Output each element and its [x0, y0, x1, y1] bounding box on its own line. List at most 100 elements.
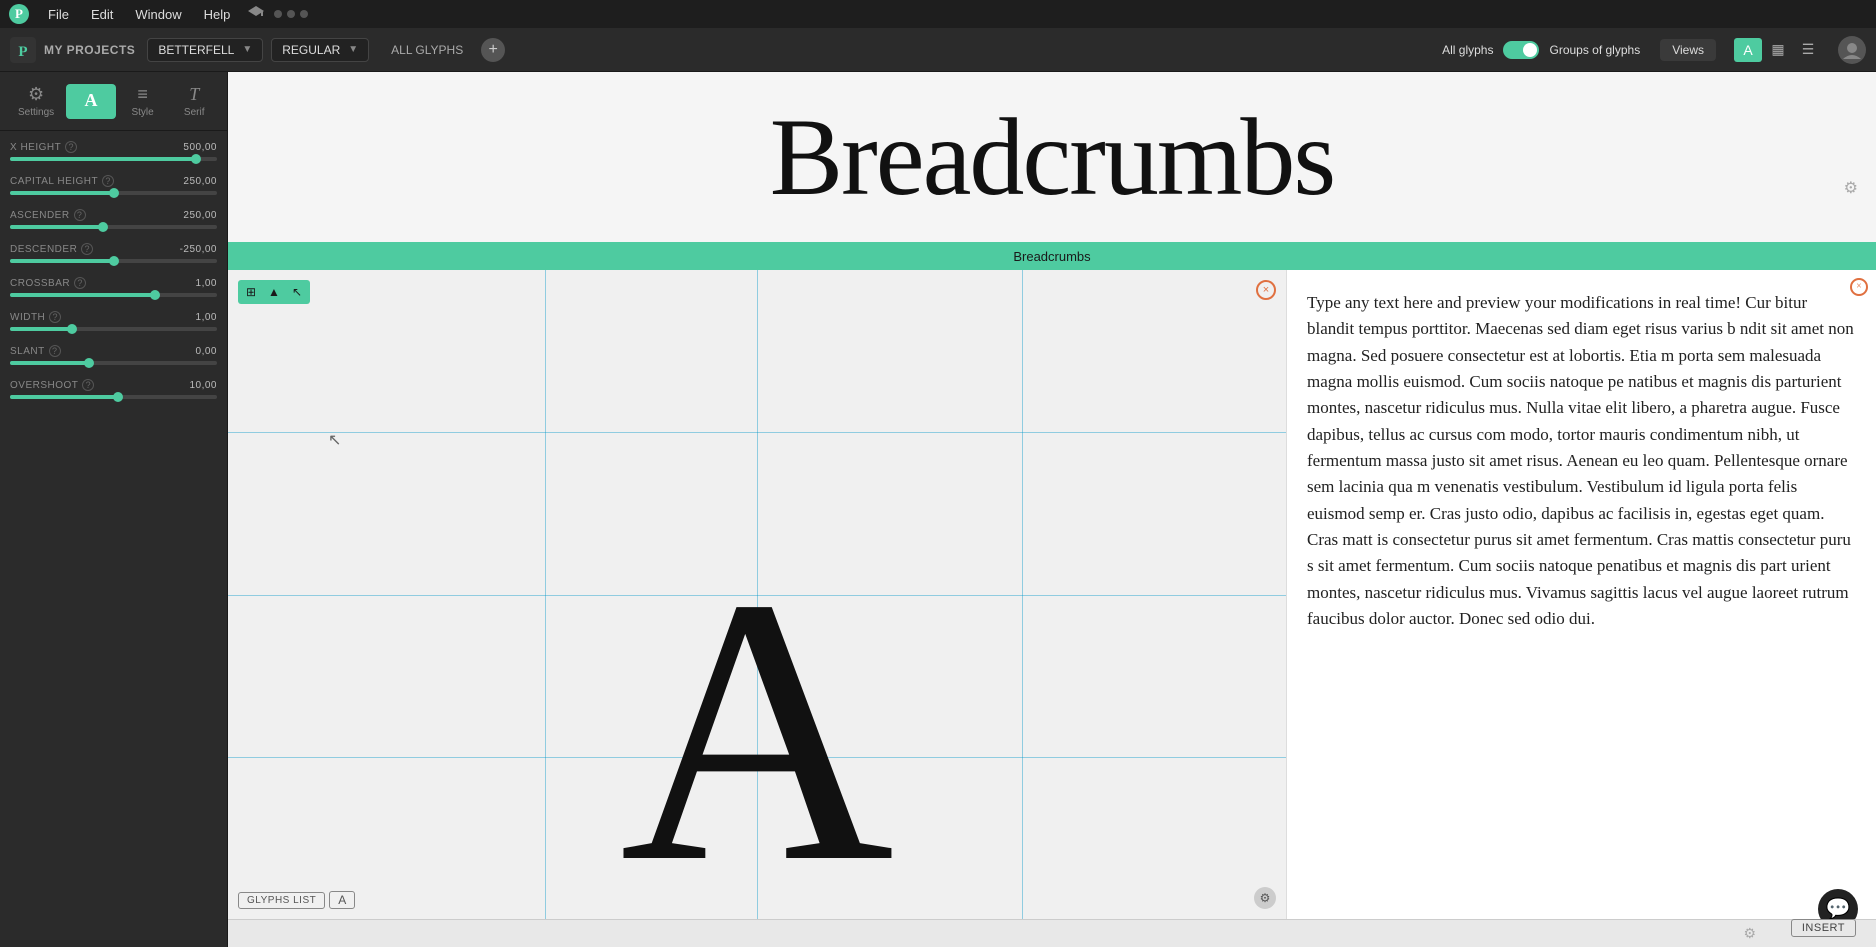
param-capital-height-fill	[10, 191, 114, 195]
sidebar-icon-settings[interactable]: ⚙ Settings	[8, 78, 64, 124]
user-avatar[interactable]	[1838, 36, 1866, 64]
param-capital-height-value: 250,00	[183, 176, 217, 187]
param-descender-help[interactable]: ?	[81, 243, 93, 255]
overlay-grid-btn[interactable]: ⊞	[240, 282, 262, 302]
view-icon-glyph[interactable]: A	[1734, 38, 1762, 62]
menu-help[interactable]: Help	[194, 5, 241, 24]
view-icon-list[interactable]: ☰	[1794, 38, 1822, 62]
preview-settings-icon[interactable]: ⚙	[1844, 178, 1856, 198]
preview-title-area: Breadcrumbs ⚙	[228, 72, 1876, 242]
param-slant-value: 0,00	[196, 346, 217, 357]
menu-window[interactable]: Window	[125, 5, 191, 24]
param-crossbar-help[interactable]: ?	[74, 277, 86, 289]
param-width-slider[interactable]	[10, 327, 217, 331]
glyphs-list-button[interactable]: GLYPHS LIST	[238, 892, 325, 909]
gear-icon: ⚙	[28, 84, 44, 105]
param-slant: SLANT ? 0,00	[10, 345, 217, 365]
views-button[interactable]: Views	[1660, 39, 1716, 61]
param-x-height-thumb[interactable]	[191, 154, 201, 164]
param-x-height-label: X HEIGHT	[10, 142, 61, 153]
param-width-label: WIDTH	[10, 312, 45, 323]
overlay-up-btn[interactable]: ▲	[263, 282, 285, 302]
param-width: WIDTH ? 1,00	[10, 311, 217, 331]
serif-icon: T	[189, 84, 199, 105]
menu-edit[interactable]: Edit	[81, 5, 123, 24]
sidebar-icon-style[interactable]: ≡ Style	[118, 78, 168, 124]
app-logo: P	[8, 3, 30, 25]
param-overshoot-value: 10,00	[189, 380, 217, 391]
style-icon: ≡	[137, 84, 148, 105]
guide-line-right	[1022, 270, 1023, 919]
add-tab-button[interactable]: +	[481, 38, 505, 62]
chat-button[interactable]: 💬	[1818, 889, 1858, 919]
param-capital-height-help[interactable]: ?	[102, 175, 114, 187]
param-overshoot-slider[interactable]	[10, 395, 217, 399]
param-overshoot-thumb[interactable]	[113, 392, 123, 402]
text-preview-panel[interactable]: × Type any text here and preview your mo…	[1286, 270, 1876, 919]
font-name-arrow: ▼	[242, 44, 252, 55]
param-descender-fill	[10, 259, 114, 263]
text-preview-content: Type any text here and preview your modi…	[1307, 290, 1856, 632]
param-ascender-thumb[interactable]	[98, 222, 108, 232]
glyph-viewport[interactable]: A ⊞ ▲ ↖ × GLYPHS LIST A ⚙ ↖	[228, 270, 1286, 919]
glyph-settings-icon[interactable]: ⚙	[1254, 887, 1276, 909]
glyphs-toggle[interactable]	[1503, 41, 1539, 59]
param-x-height: X HEIGHT ? 500,00	[10, 141, 217, 161]
param-slant-slider[interactable]	[10, 361, 217, 365]
insert-button[interactable]: INSERT	[1791, 919, 1856, 937]
groups-of-glyphs-label: Groups of glyphs	[1549, 43, 1640, 57]
project-label: MY PROJECTS	[44, 43, 135, 57]
param-overshoot-fill	[10, 395, 118, 399]
graduation-icon	[248, 4, 264, 20]
bottom-strip: ⚙ INSERT	[228, 919, 1876, 947]
bottom-settings-icon[interactable]: ⚙	[1743, 925, 1756, 942]
param-overshoot-help[interactable]: ?	[82, 379, 94, 391]
param-x-height-help[interactable]: ?	[65, 141, 77, 153]
main-layout: ⚙ Settings A ≡ Style T Serif X HEIGHT	[0, 72, 1876, 947]
param-crossbar-thumb[interactable]	[150, 290, 160, 300]
toolbar: P MY PROJECTS BETTERFELL ▼ REGULAR ▼ ALL…	[0, 28, 1876, 72]
param-ascender-value: 250,00	[183, 210, 217, 221]
param-capital-height-thumb[interactable]	[109, 188, 119, 198]
breadcrumb-text: Breadcrumbs	[1013, 249, 1090, 264]
param-descender: DESCENDER ? -250,00	[10, 243, 217, 263]
param-width-thumb[interactable]	[67, 324, 77, 334]
glyph-toolbar-overlay: ⊞ ▲ ↖	[238, 280, 310, 304]
param-x-height-slider[interactable]	[10, 157, 217, 161]
menu-file[interactable]: File	[38, 5, 79, 24]
font-weight-dropdown[interactable]: REGULAR ▼	[271, 38, 369, 62]
param-slant-thumb[interactable]	[84, 358, 94, 368]
param-slant-help[interactable]: ?	[49, 345, 61, 357]
param-overshoot: OVERSHOOT ? 10,00	[10, 379, 217, 399]
font-name-dropdown[interactable]: BETTERFELL ▼	[147, 38, 263, 62]
menu-bar: P File Edit Window Help	[0, 0, 1876, 28]
breadcrumb-bar: Breadcrumbs	[228, 242, 1876, 270]
param-descender-value: -250,00	[180, 244, 217, 255]
param-crossbar-label: CROSSBAR	[10, 278, 70, 289]
param-descender-slider[interactable]	[10, 259, 217, 263]
param-slant-label: SLANT	[10, 346, 45, 357]
param-capital-height-slider[interactable]	[10, 191, 217, 195]
param-crossbar: CROSSBAR ? 1,00	[10, 277, 217, 297]
sidebar-icon-glyph[interactable]: A	[66, 84, 116, 119]
param-capital-height-label: CAPITAL HEIGHT	[10, 176, 98, 187]
param-ascender-help[interactable]: ?	[74, 209, 86, 221]
sidebar-icon-serif[interactable]: T Serif	[169, 78, 219, 124]
param-crossbar-slider[interactable]	[10, 293, 217, 297]
glyph-char-button[interactable]: A	[329, 891, 355, 909]
view-icon-grid[interactable]: ▦	[1764, 38, 1792, 62]
param-descender-thumb[interactable]	[109, 256, 119, 266]
glyph-icon: A	[84, 90, 97, 111]
all-glyphs-tab[interactable]: ALL GLYPHS	[377, 39, 477, 61]
text-preview-close-btn[interactable]: ×	[1850, 278, 1868, 296]
param-width-value: 1,00	[196, 312, 217, 323]
glyph-close-button[interactable]: ×	[1256, 280, 1276, 300]
sidebar-icon-bar: ⚙ Settings A ≡ Style T Serif	[0, 72, 227, 131]
param-ascender-slider[interactable]	[10, 225, 217, 229]
preview-title-text: Breadcrumbs	[770, 94, 1334, 221]
param-descender-label: DESCENDER	[10, 244, 77, 255]
all-glyphs-label: All glyphs	[1442, 43, 1493, 57]
param-width-help[interactable]: ?	[49, 311, 61, 323]
overlay-arrow-btn[interactable]: ↖	[286, 282, 308, 302]
sidebar-settings-label: Settings	[18, 107, 54, 118]
